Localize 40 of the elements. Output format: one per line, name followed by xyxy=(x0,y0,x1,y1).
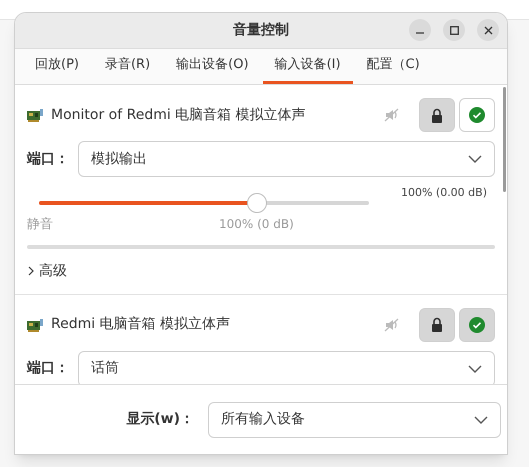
tab[interactable]: 回放(P) xyxy=(23,50,91,84)
lock-icon xyxy=(431,108,443,122)
sound-card-icon xyxy=(27,108,43,122)
lock-channels-button[interactable] xyxy=(419,98,455,132)
dropdown-chevron-icon xyxy=(468,155,482,163)
volume-slider-handle[interactable] xyxy=(246,192,267,212)
lock-channels-button[interactable] xyxy=(419,308,455,342)
dropdown-chevron-icon xyxy=(474,416,488,424)
close-button[interactable] xyxy=(477,19,499,41)
port-label: 端口： xyxy=(27,359,70,378)
tab[interactable]: 配置（C) xyxy=(354,50,432,84)
maximize-button[interactable] xyxy=(443,19,465,41)
dropdown-chevron-icon xyxy=(468,364,482,372)
checkmark-circle-icon xyxy=(469,107,485,123)
mute-level-label: 静音 xyxy=(27,216,53,234)
device-name: Monitor of Redmi 电脑音箱 模拟立体声 xyxy=(51,106,307,124)
window-title: 音量控制 xyxy=(233,20,289,40)
port-label: 端口： xyxy=(27,150,70,168)
speaker-muted-icon xyxy=(384,316,400,332)
maximize-icon xyxy=(450,26,458,34)
set-default-button[interactable] xyxy=(459,308,495,342)
tab[interactable]: 录音(R) xyxy=(92,50,162,84)
show-filter-dropdown[interactable]: 所有输入设备 xyxy=(208,402,501,438)
speaker-muted-icon xyxy=(384,107,400,123)
close-icon xyxy=(484,26,492,34)
port-dropdown[interactable]: 话筒 xyxy=(78,350,495,384)
unity-level-label: 100% (0 dB) xyxy=(219,216,294,232)
sound-card-icon xyxy=(27,318,43,332)
show-label: 显示(w)： xyxy=(126,410,194,429)
volume-reading: 100% (0.00 dB) xyxy=(400,185,487,201)
lock-icon xyxy=(431,317,443,332)
port-dropdown[interactable]: 模拟输出 xyxy=(78,141,495,177)
checkmark-circle-icon xyxy=(469,316,485,332)
device-name: Redmi 电脑音箱 模拟立体声 xyxy=(51,315,232,334)
set-default-button[interactable] xyxy=(459,98,495,132)
tab[interactable]: 输入设备(I) xyxy=(262,50,353,84)
scrollbar[interactable] xyxy=(503,87,506,192)
advanced-expander[interactable]: 高级 xyxy=(27,260,67,282)
chevron-icon xyxy=(27,266,35,276)
tab[interactable]: 输出设备(O) xyxy=(164,50,261,84)
